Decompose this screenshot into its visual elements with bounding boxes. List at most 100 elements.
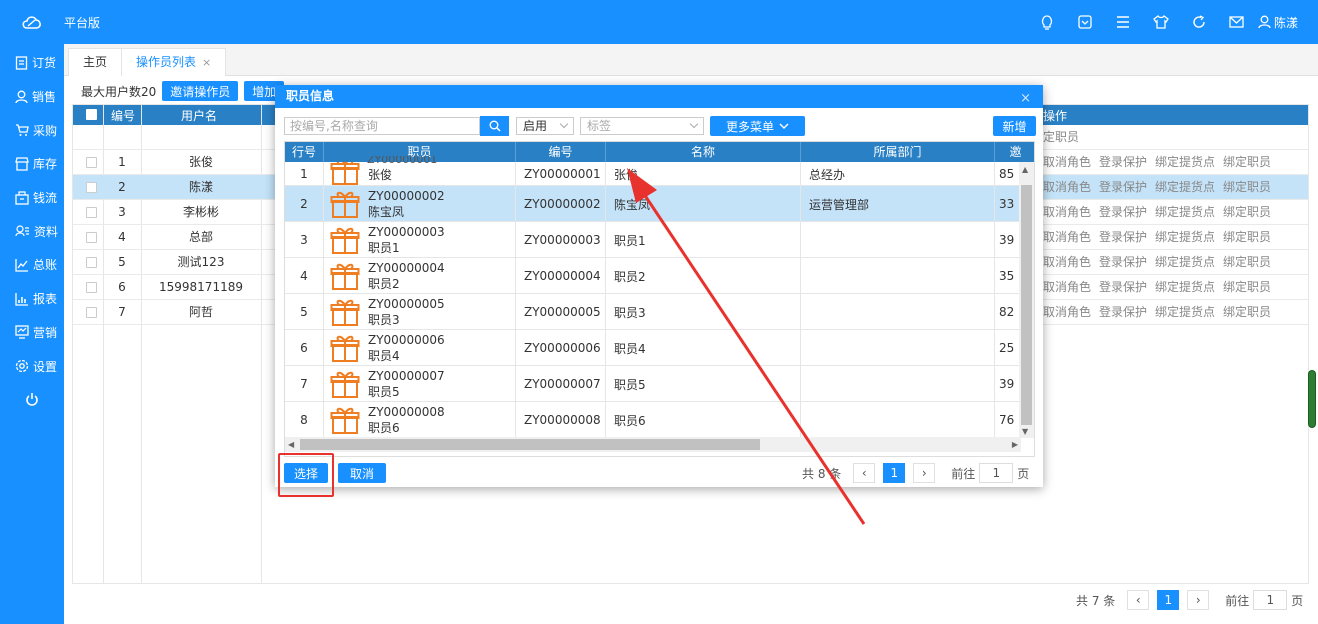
- row-checkbox[interactable]: [86, 200, 97, 225]
- scroll-up-icon[interactable]: ▲: [1022, 165, 1028, 174]
- dialog-close-icon[interactable]: ×: [1020, 87, 1031, 110]
- status-select[interactable]: 启用: [516, 117, 574, 135]
- sidebar-item-marketing[interactable]: 营销: [0, 316, 64, 350]
- menu-icon[interactable]: [1104, 0, 1142, 44]
- tab-operator-list[interactable]: 操作员列表 ×: [121, 48, 227, 76]
- op-link[interactable]: 取消角色: [1043, 305, 1091, 319]
- new-staff-button[interactable]: 新增: [993, 116, 1036, 136]
- vertical-scrollbar[interactable]: ▲ ▼: [1019, 162, 1034, 438]
- page-scrollbar[interactable]: [1308, 370, 1316, 428]
- op-link[interactable]: 登录保护: [1099, 230, 1147, 244]
- staff-row[interactable]: 1 张俊 ZY00000001 张俊 总经办 85: [285, 162, 1021, 186]
- op-link[interactable]: 绑定职员: [1223, 305, 1271, 319]
- staff-name: 职员5: [368, 385, 400, 399]
- row-checkbox[interactable]: [86, 150, 97, 175]
- row-checkbox[interactable]: [86, 250, 97, 275]
- goto-label: 前往: [1225, 593, 1250, 608]
- page-1-button[interactable]: 1: [883, 463, 906, 483]
- sidebar-item-report[interactable]: 报表: [0, 282, 64, 316]
- op-link[interactable]: 取消角色: [1043, 180, 1091, 194]
- sidebar-item-purchase[interactable]: 采购: [0, 113, 64, 147]
- refresh-icon[interactable]: [1180, 0, 1218, 44]
- staff-row[interactable]: 5 ZY00000005 职员3 ZY00000005 职员3 82: [285, 294, 1021, 330]
- shirt-icon[interactable]: [1142, 0, 1180, 44]
- op-link[interactable]: 绑定提货点: [1155, 255, 1215, 269]
- tab-home[interactable]: 主页: [68, 48, 123, 76]
- name-cell: 职员5: [606, 366, 801, 402]
- sidebar-item-ledger[interactable]: 总账: [0, 248, 64, 282]
- sidebar-item-label: 订货: [32, 56, 57, 71]
- op-link[interactable]: 取消角色: [1043, 255, 1091, 269]
- op-link[interactable]: 取消角色: [1043, 230, 1091, 244]
- staff-cell: ZY00000002 陈宝凤: [324, 186, 516, 222]
- horizontal-scroll-thumb[interactable]: [300, 439, 760, 450]
- op-link[interactable]: 绑定提货点: [1155, 155, 1215, 169]
- staff-search-input[interactable]: 按编号,名称查询: [284, 117, 480, 135]
- search-button[interactable]: [480, 116, 509, 136]
- power-button[interactable]: [0, 383, 64, 417]
- op-link[interactable]: 取消角色: [1043, 205, 1091, 219]
- op-link[interactable]: 取消角色: [1043, 280, 1091, 294]
- tag-select[interactable]: 标签: [580, 117, 704, 135]
- op-link[interactable]: 绑定职员: [1223, 230, 1271, 244]
- horizontal-scrollbar[interactable]: ◀ ▶: [285, 437, 1021, 452]
- row-checkbox[interactable]: [86, 275, 97, 300]
- op-link[interactable]: 绑定职员: [1223, 180, 1271, 194]
- next-page-button[interactable]: ›: [913, 463, 936, 483]
- page-1-button[interactable]: 1: [1157, 590, 1180, 610]
- op-link[interactable]: 绑定职员: [1223, 155, 1271, 169]
- scroll-down-icon[interactable]: ▼: [1022, 427, 1028, 436]
- next-page-button[interactable]: ›: [1187, 590, 1210, 610]
- prev-page-button[interactable]: ‹: [853, 463, 876, 483]
- op-link[interactable]: 登录保护: [1099, 180, 1147, 194]
- staff-row[interactable]: 3 ZY00000003 职员1 ZY00000003 职员1 39: [285, 222, 1021, 258]
- goto-page-input[interactable]: 1: [1253, 590, 1288, 610]
- bind-staff-link[interactable]: 定职员: [1043, 125, 1303, 150]
- staff-row[interactable]: 8 ZY00000008 职员6 ZY00000008 职员6 76: [285, 402, 1021, 438]
- user-menu[interactable]: 陈漾: [1256, 14, 1318, 31]
- prev-page-button[interactable]: ‹: [1127, 590, 1150, 610]
- scroll-right-icon[interactable]: ▶: [1012, 440, 1018, 449]
- row-checkbox[interactable]: [86, 300, 97, 325]
- more-menu-button[interactable]: 更多菜单: [710, 116, 805, 136]
- box-check-icon[interactable]: [1066, 0, 1104, 44]
- select-all-checkbox[interactable]: [86, 107, 97, 121]
- op-link[interactable]: 绑定职员: [1223, 205, 1271, 219]
- goto-page-input[interactable]: 1: [979, 463, 1014, 483]
- tab-close-icon[interactable]: ×: [202, 56, 211, 69]
- mail-icon[interactable]: [1218, 0, 1256, 44]
- op-link[interactable]: 绑定提货点: [1155, 305, 1215, 319]
- op-link[interactable]: 登录保护: [1099, 305, 1147, 319]
- row-number: 8: [285, 402, 324, 438]
- bulb-icon[interactable]: [1028, 0, 1066, 44]
- sidebar-item-settings[interactable]: 设置: [0, 349, 64, 383]
- sidebar-item-sales[interactable]: 销售: [0, 80, 64, 114]
- cancel-button[interactable]: 取消: [338, 463, 386, 483]
- op-link[interactable]: 绑定提货点: [1155, 205, 1215, 219]
- sidebar-item-stock[interactable]: 库存: [0, 147, 64, 181]
- op-link[interactable]: 登录保护: [1099, 280, 1147, 294]
- vertical-scroll-thumb[interactable]: [1021, 185, 1032, 425]
- staff-row[interactable]: 2 ZY00000002 陈宝凤 ZY00000002 陈宝凤 运营管理部 33: [285, 186, 1021, 222]
- staff-row[interactable]: 4 ZY00000004 职员2 ZY00000004 职员2 35: [285, 258, 1021, 294]
- sidebar-item-cashflow[interactable]: 钱流: [0, 181, 64, 215]
- op-link[interactable]: 登录保护: [1099, 205, 1147, 219]
- op-link[interactable]: 绑定职员: [1223, 280, 1271, 294]
- row-checkbox[interactable]: [86, 175, 97, 200]
- invite-operator-button[interactable]: 邀请操作员: [162, 81, 239, 101]
- row-checkbox[interactable]: [86, 225, 97, 250]
- sidebar-item-order[interactable]: 订货: [0, 46, 64, 80]
- linechart-icon: [15, 258, 28, 272]
- scroll-left-icon[interactable]: ◀: [288, 440, 294, 449]
- op-link[interactable]: 绑定提货点: [1155, 230, 1215, 244]
- op-link[interactable]: 登录保护: [1099, 155, 1147, 169]
- op-link[interactable]: 绑定提货点: [1155, 180, 1215, 194]
- barchart-icon: [15, 292, 28, 306]
- sidebar-item-data[interactable]: 资料: [0, 214, 64, 248]
- op-link[interactable]: 绑定职员: [1223, 255, 1271, 269]
- op-link[interactable]: 绑定提货点: [1155, 280, 1215, 294]
- op-link[interactable]: 取消角色: [1043, 155, 1091, 169]
- staff-row[interactable]: 6 ZY00000006 职员4 ZY00000006 职员4 25: [285, 330, 1021, 366]
- op-link[interactable]: 登录保护: [1099, 255, 1147, 269]
- staff-row[interactable]: 7 ZY00000007 职员5 ZY00000007 职员5 39: [285, 366, 1021, 402]
